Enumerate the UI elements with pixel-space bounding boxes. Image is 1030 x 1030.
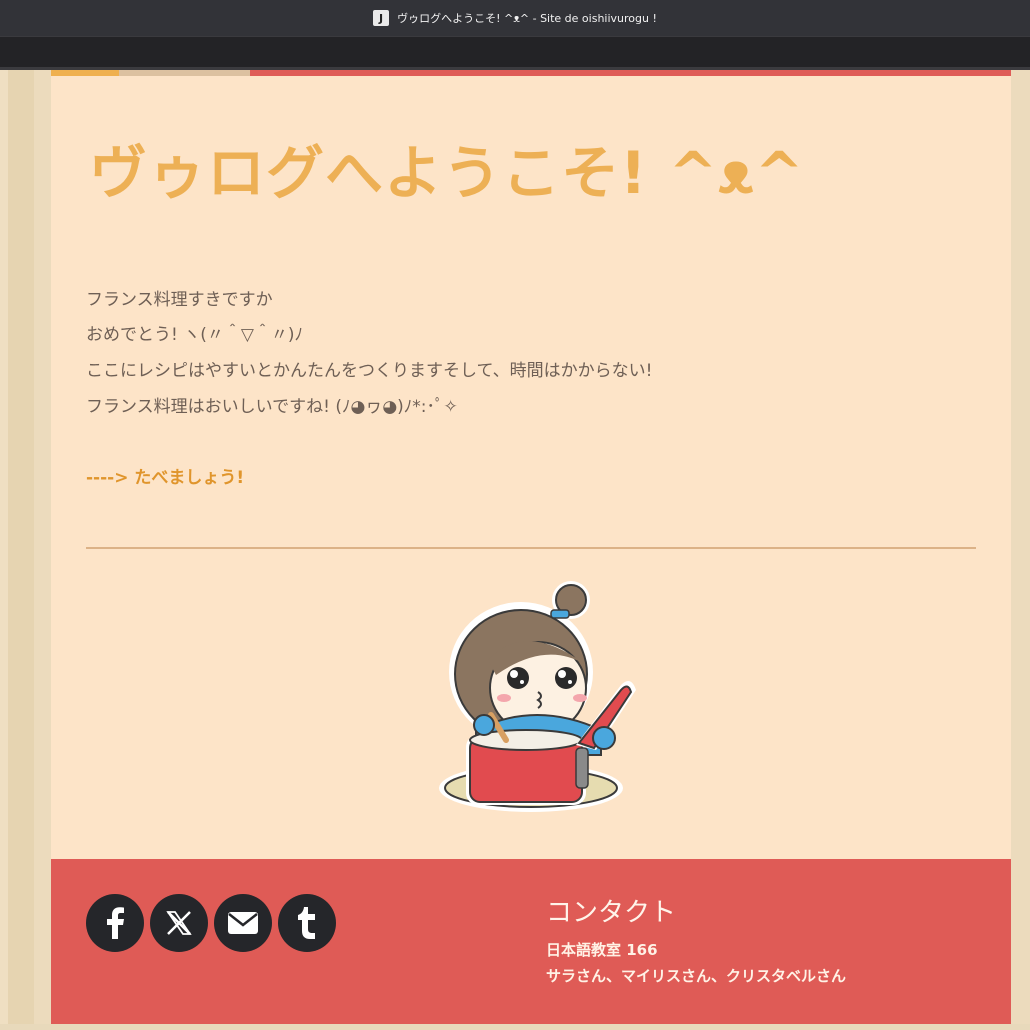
accent-segment-orange (51, 70, 119, 76)
tumblr-icon (298, 907, 315, 939)
facebook-icon (107, 907, 124, 939)
intro-paragraph: おめでとう! ヽ(〃＾▽＾〃)ﾉ (86, 325, 304, 345)
footer: コンタクト 日本語教室 166 サラさん、マイリスさん、クリスタベルさん (51, 859, 1011, 1024)
section-divider (86, 547, 976, 549)
eat-link[interactable]: ----> たべましょう! (86, 463, 244, 488)
accent-segment-red (250, 70, 1011, 76)
page-border-stripe (8, 70, 34, 1030)
contact-heading: コンタクト (546, 898, 677, 928)
mail-icon (228, 912, 258, 934)
page-border-stripe (0, 70, 8, 1030)
facebook-button[interactable] (86, 894, 144, 952)
main-content: ヴゥログへようこそ! ^ᴥ^ フランス料理すきですか おめでとう! ヽ(〃＾▽＾… (51, 70, 1011, 859)
accent-segment-beige (119, 70, 250, 76)
social-links (86, 894, 336, 952)
contact-class-info: 日本語教室 166 (546, 941, 658, 959)
email-button[interactable] (214, 894, 272, 952)
app-icon: J (373, 10, 390, 26)
tumblr-button[interactable] (278, 894, 336, 952)
page-border-stripe (1011, 70, 1030, 1030)
intro-paragraph: フランス料理すきですか (86, 290, 273, 310)
page-title: ヴゥログへようこそ! ^ᴥ^ (89, 139, 805, 207)
browser-toolbar (0, 36, 1030, 68)
accent-bar (51, 70, 1011, 76)
window-title: ヴゥログへようこそ! ^ᴥ^ - Site de oishiivurogu ! (397, 12, 657, 25)
contact-names: サラさん、マイリスさん、クリスタベルさん (546, 967, 847, 985)
window-titlebar: J ヴゥログへようこそ! ^ᴥ^ - Site de oishiivurogu … (0, 0, 1030, 36)
x-icon (166, 911, 192, 935)
page-border-stripe (34, 70, 51, 1030)
page-bottom-strip (0, 1024, 1030, 1030)
intro-paragraph: ここにレシピはやすいとかんたんをつくりますそして、時間はかからない! (86, 361, 653, 381)
girl-cooking-pot-icon (439, 581, 636, 812)
x-button[interactable] (150, 894, 208, 952)
intro-paragraph: フランス料理はおいしいですね! (ﾉ◕ヮ◕)ﾉ*:･ﾟ✧ (86, 397, 458, 417)
